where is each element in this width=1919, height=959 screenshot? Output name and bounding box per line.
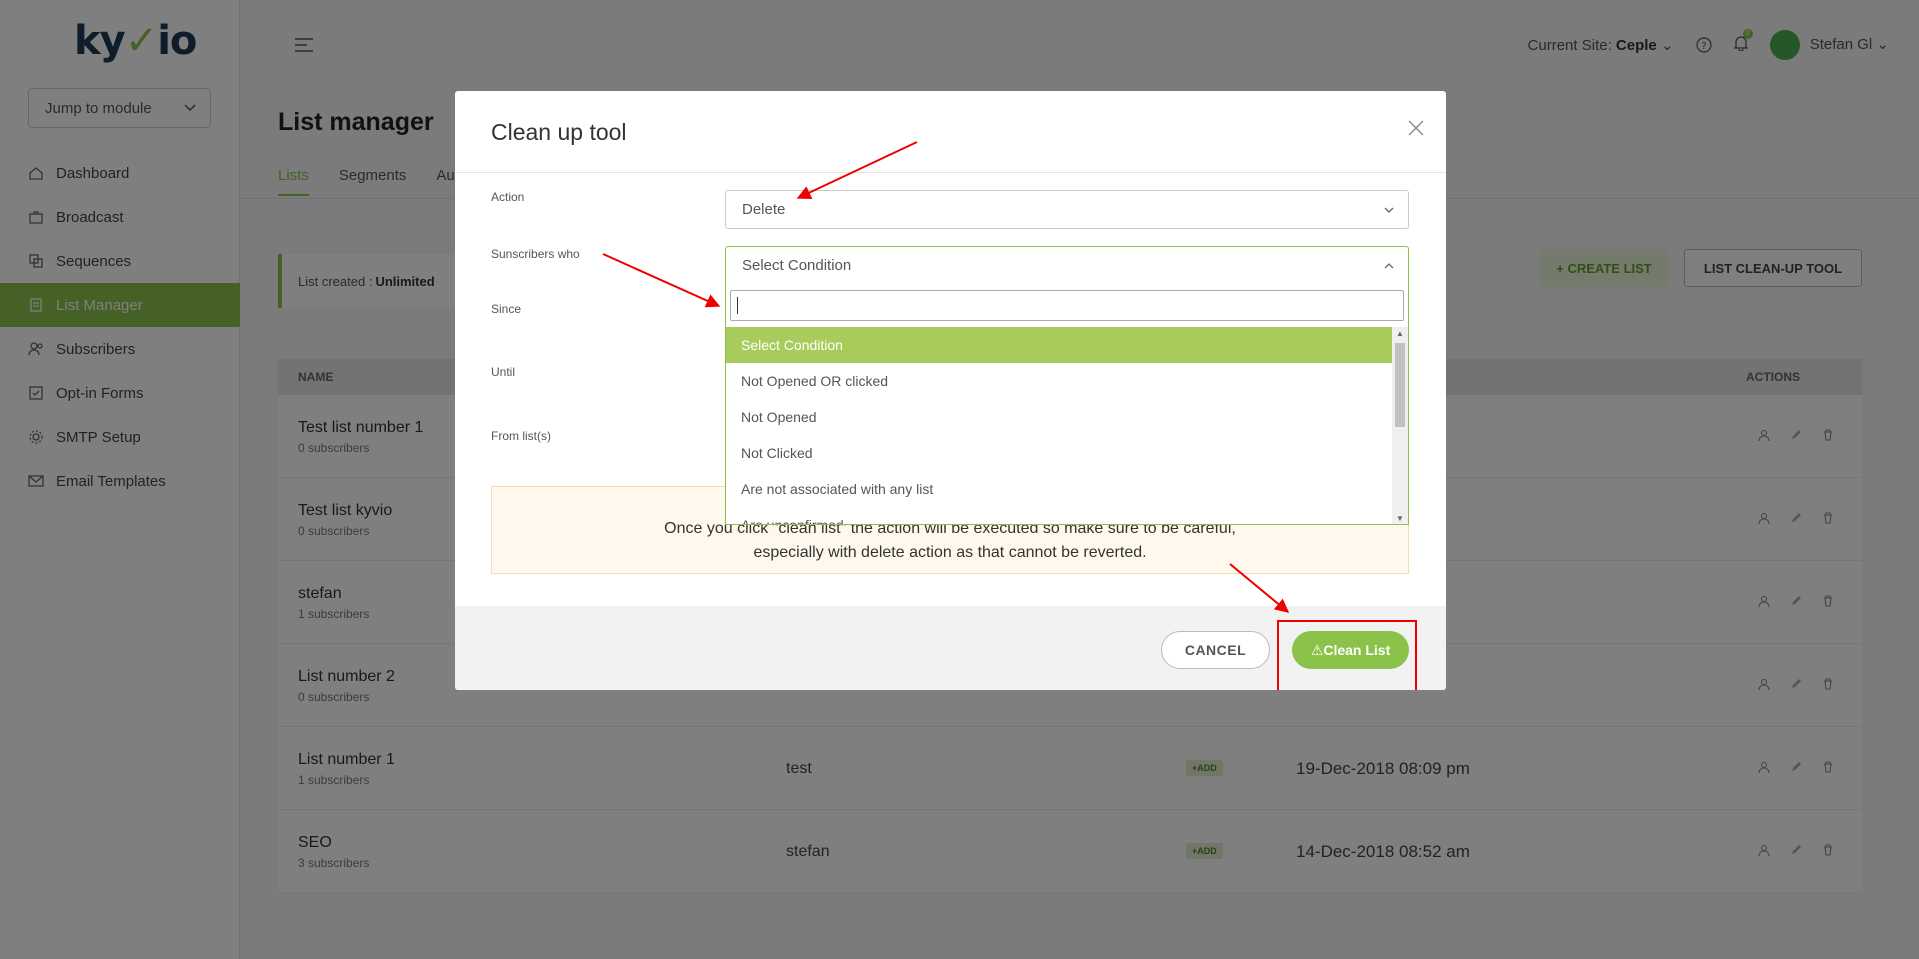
- annotation-arrow-clean: [1229, 563, 1290, 613]
- annotation-arrow-action: [796, 141, 918, 199]
- annotation-arrows: [602, 141, 1290, 613]
- annotation-arrow-condition: [602, 253, 721, 308]
